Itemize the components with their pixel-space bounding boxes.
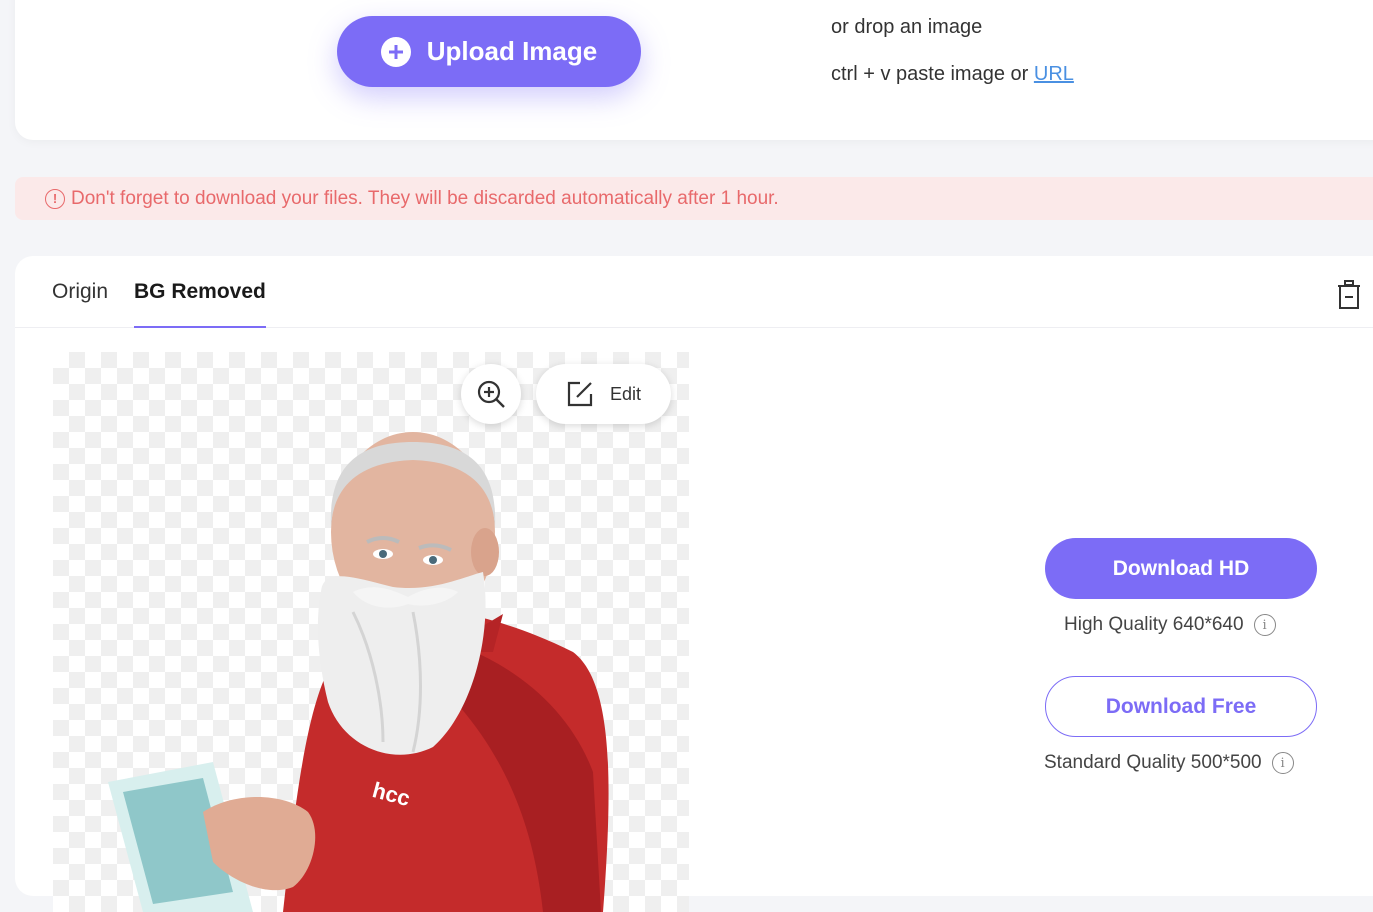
- preview-canvas: hcc Edit: [53, 352, 689, 912]
- edit-label: Edit: [609, 383, 642, 404]
- upload-image-label: Upload Image: [426, 36, 598, 66]
- notice-text: Don't forget to download your files. The…: [71, 187, 779, 209]
- upload-panel: [15, 0, 1373, 140]
- tab-bg-removed[interactable]: BG Removed: [134, 280, 266, 328]
- paste-hint: ctrl + v paste image or URL: [831, 63, 1074, 86]
- info-icon[interactable]: i: [1253, 614, 1276, 636]
- person-cutout-image: hcc: [108, 432, 609, 912]
- zoom-in-icon: [477, 380, 505, 408]
- free-quality-text: Standard Quality 500*500: [1044, 752, 1262, 773]
- plus-icon: [380, 36, 411, 67]
- drop-hint: or drop an image: [831, 16, 983, 38]
- url-link[interactable]: URL: [1034, 63, 1074, 85]
- hd-quality-info: High Quality 640*640 i: [1064, 614, 1276, 636]
- zoom-in-button[interactable]: [461, 364, 521, 424]
- tab-origin[interactable]: Origin: [52, 280, 108, 326]
- expiry-notice: ! Don't forget to download your files. T…: [15, 177, 1373, 220]
- edit-button[interactable]: Edit: [536, 364, 671, 424]
- trash-icon[interactable]: [1337, 280, 1361, 310]
- download-hd-button[interactable]: Download HD: [1045, 538, 1317, 599]
- info-icon[interactable]: i: [1271, 752, 1294, 774]
- warning-icon: !: [45, 188, 65, 209]
- tab-bar: Origin BG Removed: [15, 256, 1373, 328]
- hd-quality-text: High Quality 640*640: [1064, 614, 1244, 635]
- result-panel: Origin BG Removed hcc Edit Download HD H…: [15, 256, 1373, 912]
- edit-icon: [567, 381, 593, 407]
- paste-hint-text: ctrl + v paste image or: [831, 63, 1029, 85]
- download-free-button[interactable]: Download Free: [1045, 676, 1317, 737]
- free-quality-info: Standard Quality 500*500 i: [1044, 752, 1294, 774]
- upload-image-button[interactable]: Upload Image: [337, 16, 641, 87]
